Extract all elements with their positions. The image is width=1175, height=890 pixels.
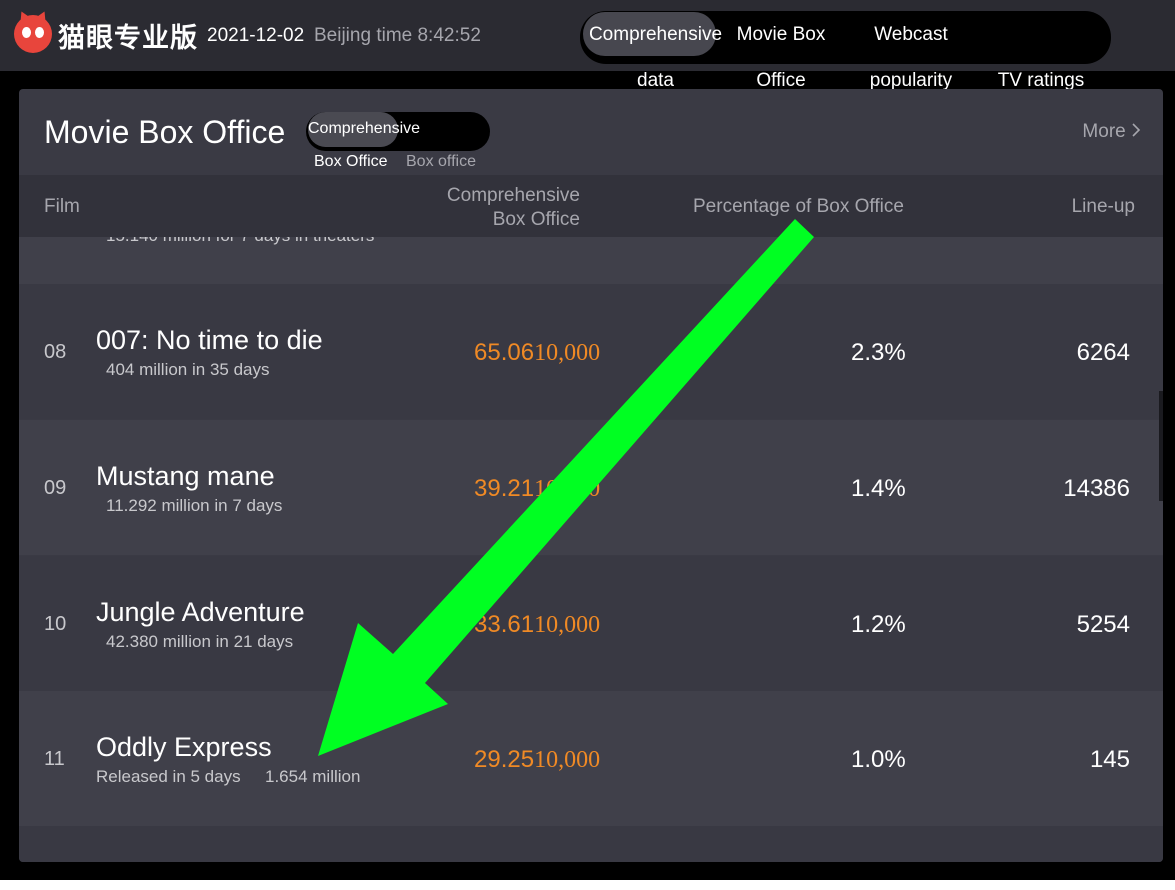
- table-row[interactable]: 08 007: No time to die 404 million in 35…: [19, 284, 1163, 419]
- more-label: More: [1082, 121, 1126, 142]
- tab-webcast-popularity[interactable]: Webcast popularity: [860, 24, 962, 91]
- column-comprehensive-box-office[interactable]: Comprehensive Box Office: [424, 184, 580, 232]
- box-unit: 10,000: [534, 476, 601, 502]
- table-header: Film Comprehensive Box Office Percentage…: [19, 175, 1163, 237]
- box-amount: 39.21: [474, 475, 535, 502]
- film-title: Oddly Express: [96, 732, 272, 762]
- box-unit: 10,000: [534, 340, 601, 366]
- box-office-value: 65.0610,000: [474, 339, 600, 367]
- more-link[interactable]: More: [1082, 121, 1141, 143]
- lineup-count: 14386: [1063, 475, 1130, 502]
- box-office-value: 33.6110,000: [474, 611, 600, 639]
- film-subtitle: 11.292 million in 7 days: [106, 496, 283, 515]
- film-cumulative: 1.654 million: [265, 767, 361, 786]
- column-percentage[interactable]: Percentage of Box Office: [693, 196, 904, 218]
- film-rank: 08: [44, 341, 67, 363]
- box-office-percentage: 1.0%: [851, 746, 906, 773]
- tab-comprehensive-data[interactable]: Comprehensive data: [583, 24, 728, 91]
- lineup-count: 5254: [1076, 611, 1130, 638]
- table-row[interactable]: 11 Oddly Express Released in 5 days 1.65…: [19, 691, 1163, 826]
- column-label: Comprehensive: [446, 185, 580, 206]
- column-film[interactable]: Film: [44, 196, 80, 218]
- subtab-box-office[interactable]: Box office: [406, 153, 476, 171]
- card-title: Movie Box Office: [44, 114, 286, 150]
- column-label: Box Office: [492, 209, 580, 230]
- lineup-count: 6264: [1076, 339, 1130, 366]
- box-office-percentage: 1.2%: [851, 611, 906, 638]
- box-office-value: 39.2110,000: [474, 475, 600, 503]
- beijing-time: Beijing time 8:42:52: [314, 25, 481, 46]
- chevron-right-icon: [1132, 123, 1141, 137]
- box-office-percentage: 2.3%: [851, 339, 906, 366]
- movie-box-office-card: Movie Box Office Comprehensive Box Offic…: [19, 89, 1163, 862]
- scrollbar-thumb[interactable]: [1159, 391, 1163, 501]
- film-subtitle: 404 million in 35 days: [106, 360, 270, 379]
- film-title: Jungle Adventure: [96, 597, 305, 627]
- box-unit: 10,000: [534, 612, 601, 638]
- film-title: Mustang mane: [96, 461, 275, 491]
- cat-eye-logo-icon[interactable]: [14, 8, 52, 53]
- brand-name[interactable]: 猫眼专业版: [58, 16, 198, 55]
- box-amount: 29.25: [474, 746, 535, 773]
- lineup-count: 145: [1089, 746, 1130, 773]
- column-lineup[interactable]: Line-up: [1072, 196, 1135, 218]
- film-rank: 09: [44, 477, 67, 499]
- box-amount: 33.61: [474, 611, 535, 638]
- film-subtitle: 42.380 million in 21 days: [106, 632, 294, 651]
- top-header: 猫眼专业版 2021-12-02 Beijing time 8:42:52 Co…: [0, 0, 1175, 91]
- table-row[interactable]: 09 Mustang mane 11.292 million in 7 days…: [19, 420, 1163, 555]
- film-subtitle: 15.140 million for 7 days in theaters: [106, 237, 374, 246]
- box-amount: 65.06: [474, 339, 535, 366]
- box-office-percentage: 1.4%: [851, 475, 906, 502]
- table-row-partial: [19, 826, 1163, 862]
- film-subtitle: Released in 5 days: [96, 767, 241, 786]
- tab-movie-box-office[interactable]: Movie Box Office: [730, 24, 832, 91]
- tab-label: Movie Box: [736, 24, 826, 45]
- tab-label: Comprehensive: [588, 24, 723, 45]
- table-row-partial[interactable]: 15.140 million for 7 days in theaters: [19, 237, 1163, 284]
- tab-label: Webcast: [874, 24, 948, 45]
- table-row[interactable]: 10 Jungle Adventure 42.380 million in 21…: [19, 556, 1163, 691]
- film-rank: 11: [44, 748, 65, 770]
- current-date: 2021-12-02: [207, 25, 305, 46]
- subtab-comprehensive-line2[interactable]: Box Office: [314, 153, 388, 171]
- subtab-comprehensive[interactable]: Comprehensive: [308, 120, 420, 138]
- box-unit: 10,000: [534, 747, 601, 773]
- page-footer-strip: [0, 880, 1175, 890]
- film-rank: 10: [44, 613, 67, 635]
- box-office-value: 29.2510,000: [474, 746, 600, 774]
- film-title: 007: No time to die: [96, 325, 323, 355]
